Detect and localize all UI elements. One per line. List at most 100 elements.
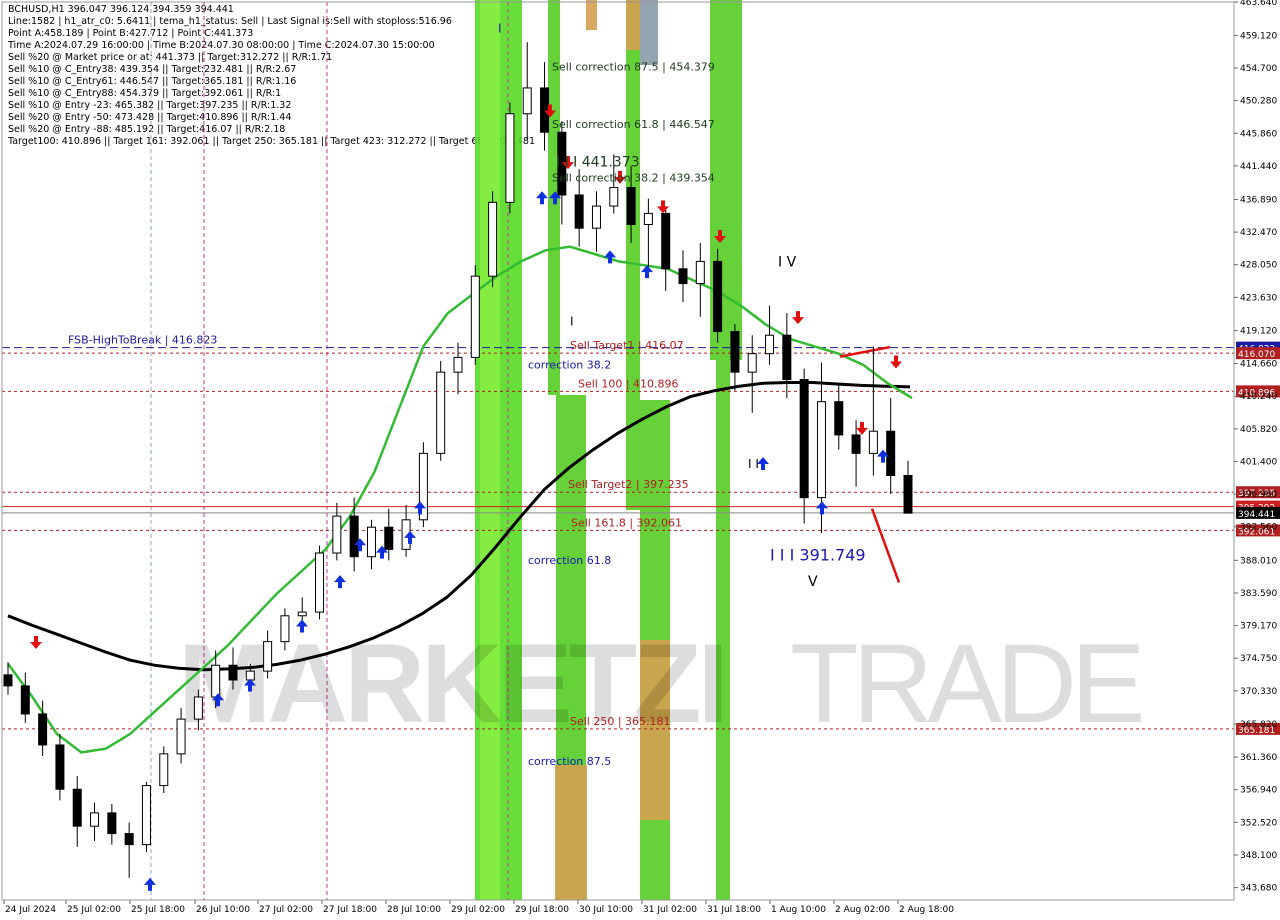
watermark-right: TRADE <box>790 621 1141 746</box>
candle-body <box>782 334 792 381</box>
candle-body <box>851 434 861 454</box>
x-tick-label: 25 Jul 02:00 <box>67 905 121 915</box>
level-label: Sell Target2 | 397.235 <box>568 478 689 491</box>
candle-body <box>713 260 723 333</box>
sell-arrow-icon <box>792 311 804 325</box>
candle-body <box>470 275 480 358</box>
y-tick-label: 365.820 <box>1240 720 1277 730</box>
trend-line <box>870 508 901 583</box>
y-tick-label: 445.860 <box>1240 129 1277 139</box>
trend-line <box>839 345 891 358</box>
candle-body <box>453 356 463 373</box>
y-tick-label: 348.100 <box>1240 851 1277 861</box>
candle-body <box>574 194 584 229</box>
annotation-label: correction 61.8 <box>528 554 611 567</box>
annotation-label: I I I 441.373 <box>556 154 640 170</box>
axis-tag: 394.441 <box>1238 510 1275 520</box>
candle-body <box>245 670 255 681</box>
candle-body <box>730 331 740 373</box>
candle-body <box>695 260 705 285</box>
zone-bands <box>150 0 742 900</box>
candle-body <box>124 833 134 846</box>
candle-body <box>38 713 48 746</box>
sell-arrow-icon <box>890 355 902 369</box>
buy-arrow-icon <box>144 877 156 891</box>
candle-body <box>20 685 30 715</box>
candle-body <box>816 401 826 499</box>
x-tick-label: 30 Jul 10:00 <box>579 905 633 915</box>
y-tick-label: 388.010 <box>1240 556 1277 566</box>
y-tick-label: 405.820 <box>1240 425 1277 435</box>
x-tick-label: 1 Aug 10:00 <box>771 905 826 915</box>
x-tick-label: 27 Jul 18:00 <box>323 905 377 915</box>
x-tick-label: 27 Jul 02:00 <box>259 905 313 915</box>
candle-body <box>436 371 446 454</box>
annotation-label: Sell correction 87.5 | 454.379 <box>552 60 715 73</box>
y-tick-label: 370.330 <box>1240 687 1277 697</box>
y-tick-label: 441.440 <box>1240 162 1277 172</box>
y-tick-label: 423.630 <box>1240 293 1277 303</box>
y-tick-label: 374.750 <box>1240 654 1277 664</box>
candle-body <box>799 379 809 499</box>
candle-body <box>55 744 65 790</box>
candle-body <box>626 187 636 226</box>
y-tick-label: 419.120 <box>1240 327 1277 337</box>
candle-body <box>349 515 359 558</box>
x-tick-label: 24 Jul 2024 <box>5 905 56 915</box>
zone-band <box>555 765 587 900</box>
candle-body <box>747 353 757 373</box>
candle-body <box>176 718 186 755</box>
candle-body <box>505 113 515 203</box>
candle-body <box>834 401 844 436</box>
y-tick-label: 392.560 <box>1240 523 1277 533</box>
y-tick-label: 401.400 <box>1240 457 1277 467</box>
y-tick-label: 396.980 <box>1240 490 1277 500</box>
candle-body <box>107 812 117 835</box>
candle-body <box>591 205 601 229</box>
level-label: Sell 250 | 365.181 <box>570 715 671 728</box>
candle-body <box>280 615 290 643</box>
sell-arrow-icon <box>856 421 868 435</box>
level-label: Sell 100 | 410.896 <box>578 377 679 390</box>
annotation-label: V <box>808 574 818 590</box>
zone-band <box>640 0 658 65</box>
zone-band <box>480 0 500 900</box>
buy-arrow-icon <box>604 250 616 264</box>
y-tick-label: 459.120 <box>1240 31 1277 41</box>
y-tick-label: 352.520 <box>1240 818 1277 828</box>
x-tick-label: 26 Jul 10:00 <box>196 905 250 915</box>
candle-body <box>678 268 688 285</box>
candle-body <box>522 87 532 115</box>
y-tick-label: 436.890 <box>1240 195 1277 205</box>
annotation-label: I I I 391.749 <box>770 545 866 564</box>
sell-arrow-icon <box>30 635 42 649</box>
candle-body <box>263 641 273 672</box>
annotation-label: I V <box>778 255 797 271</box>
candle-body <box>609 187 619 207</box>
candle-body <box>886 430 896 477</box>
annotation-label: I <box>498 22 502 36</box>
x-tick-label: 31 Jul 18:00 <box>707 905 761 915</box>
y-tick-label: 383.590 <box>1240 589 1277 599</box>
y-tick-label: 450.280 <box>1240 97 1277 107</box>
y-tick-label: 463.640 <box>1240 0 1277 8</box>
zone-band <box>586 0 597 30</box>
candle-body <box>141 785 151 846</box>
candle-body <box>765 334 775 355</box>
y-tick-label: 361.360 <box>1240 753 1277 763</box>
candle-body <box>72 788 82 827</box>
y-tick-label: 414.660 <box>1240 360 1277 370</box>
candle-body <box>211 664 221 698</box>
candle-body <box>228 664 238 681</box>
candle-body <box>384 526 394 550</box>
candle-body <box>661 212 671 270</box>
candle-body <box>193 696 203 720</box>
candle-body <box>297 611 307 617</box>
zone-band <box>626 0 640 50</box>
annotation-label: I <box>570 315 574 329</box>
y-tick-label: 410.240 <box>1240 392 1277 402</box>
candle-body <box>332 515 342 554</box>
annotation-label: I I <box>748 457 759 471</box>
price-chart[interactable]: MARKETZI TRADE FSB-HighToBreak | 416.823… <box>0 0 1280 920</box>
candle-body <box>903 475 913 514</box>
